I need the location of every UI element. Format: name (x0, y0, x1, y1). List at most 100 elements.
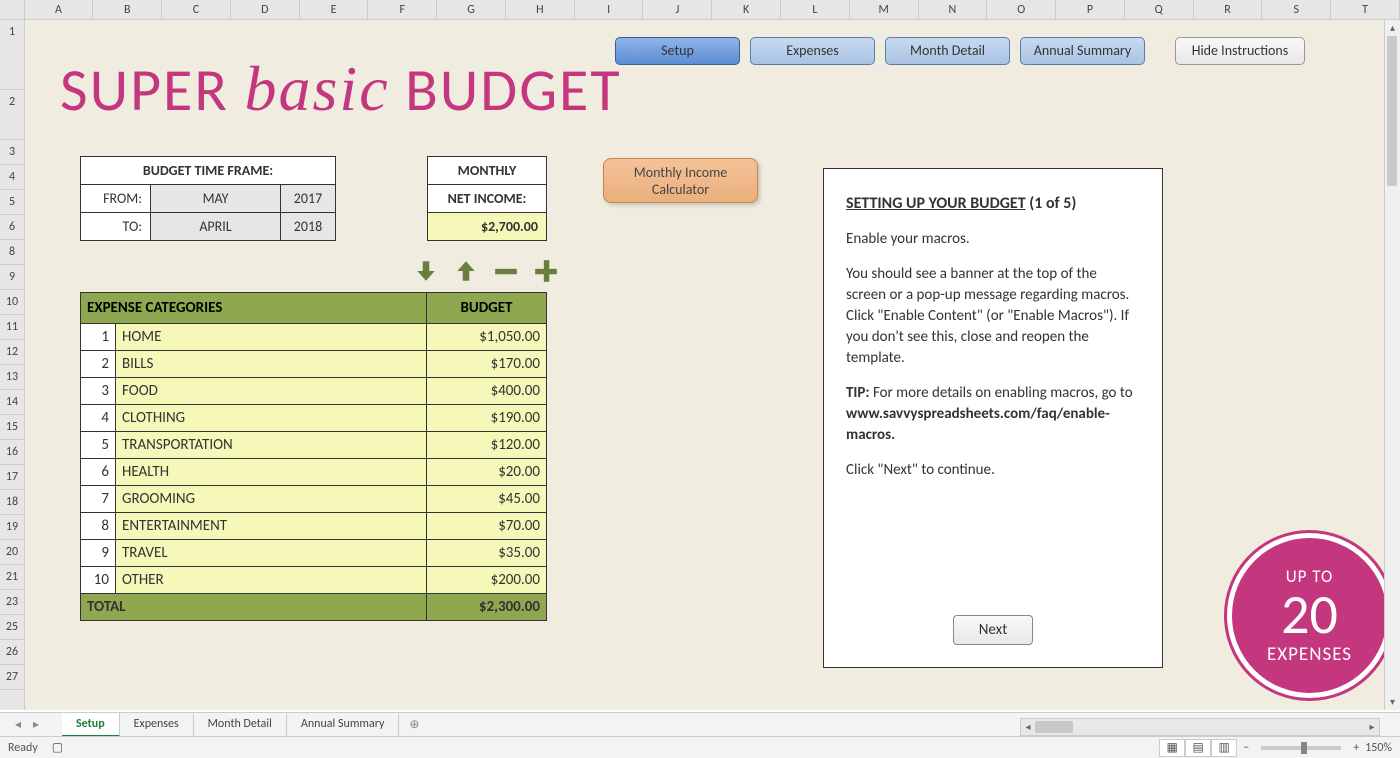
tab-month-detail[interactable]: Month Detail (194, 713, 287, 737)
row-header-6[interactable]: 6 (0, 215, 24, 240)
hscroll-right-icon[interactable]: ▸ (1365, 719, 1379, 735)
column-header-R[interactable]: R (1194, 0, 1263, 19)
column-header-J[interactable]: J (643, 0, 712, 19)
row-header-27[interactable]: 27 (0, 665, 24, 690)
row-header-16[interactable]: 16 (0, 440, 24, 465)
column-header-I[interactable]: I (575, 0, 644, 19)
column-header-B[interactable]: B (93, 0, 162, 19)
expense-amount-cell[interactable]: $35.00 (427, 540, 547, 567)
row-header-10[interactable]: 10 (0, 290, 24, 315)
monthly-income-calculator-button[interactable]: Monthly Income Calculator (603, 158, 758, 203)
arrow-up-icon[interactable] (453, 258, 479, 284)
column-header-O[interactable]: O (987, 0, 1056, 19)
expense-amount-cell[interactable]: $400.00 (427, 378, 547, 405)
minus-icon[interactable] (493, 258, 519, 284)
row-header-12[interactable]: 12 (0, 340, 24, 365)
macro-record-icon[interactable]: ▢ (52, 740, 63, 755)
expense-name-cell[interactable]: FOOD (116, 378, 427, 405)
nav-expenses-button[interactable]: Expenses (750, 37, 875, 65)
add-sheet-button[interactable]: ⊕ (399, 713, 429, 737)
row-header-17[interactable]: 17 (0, 465, 24, 490)
tab-setup[interactable]: Setup (62, 713, 120, 737)
normal-view-icon[interactable]: ▦ (1159, 739, 1185, 757)
column-header-K[interactable]: K (712, 0, 781, 19)
zoom-slider[interactable] (1261, 746, 1341, 750)
row-header-1[interactable]: 1 (0, 20, 24, 90)
from-month-cell[interactable]: MAY (151, 185, 281, 213)
hscroll-thumb[interactable] (1035, 721, 1073, 733)
tab-last-icon[interactable]: ▸ (28, 717, 44, 732)
column-header-D[interactable]: D (231, 0, 300, 19)
column-header-T[interactable]: T (1331, 0, 1400, 19)
hide-instructions-button[interactable]: Hide Instructions (1175, 37, 1305, 65)
horizontal-scrollbar[interactable]: ◂ ▸ (1020, 718, 1380, 736)
expense-name-cell[interactable]: OTHER (116, 567, 427, 594)
row-header-26[interactable]: 26 (0, 640, 24, 665)
row-header-25[interactable]: 25 (0, 615, 24, 640)
arrow-down-icon[interactable] (413, 258, 439, 284)
sheet-canvas[interactable]: SUPER basic BUDGET Setup Expenses Month … (25, 20, 1400, 710)
column-header-M[interactable]: M (850, 0, 919, 19)
expense-name-cell[interactable]: TRANSPORTATION (116, 432, 427, 459)
column-header-C[interactable]: C (162, 0, 231, 19)
row-header-4[interactable]: 4 (0, 165, 24, 190)
expense-name-cell[interactable]: HEALTH (116, 459, 427, 486)
plus-icon[interactable] (533, 258, 559, 284)
expense-amount-cell[interactable]: $70.00 (427, 513, 547, 540)
row-header-5[interactable]: 5 (0, 190, 24, 215)
tab-expenses[interactable]: Expenses (120, 713, 194, 737)
next-button[interactable]: Next (953, 615, 1033, 645)
column-header-G[interactable]: G (437, 0, 506, 19)
expense-name-cell[interactable]: CLOTHING (116, 405, 427, 432)
column-header-P[interactable]: P (1056, 0, 1125, 19)
vertical-scrollbar[interactable]: ▴ ▾ (1384, 20, 1400, 710)
vscroll-thumb[interactable] (1387, 36, 1397, 186)
zoom-slider-thumb[interactable] (1301, 742, 1307, 754)
zoom-out-icon[interactable]: − (1243, 741, 1249, 755)
scroll-up-arrow-icon[interactable]: ▴ (1385, 20, 1400, 36)
page-layout-view-icon[interactable]: ▤ (1185, 739, 1211, 757)
column-header-H[interactable]: H (506, 0, 575, 19)
expense-amount-cell[interactable]: $45.00 (427, 486, 547, 513)
expense-name-cell[interactable]: GROOMING (116, 486, 427, 513)
row-header-2[interactable]: 2 (0, 90, 24, 140)
column-header-A[interactable]: A (25, 0, 94, 19)
expense-amount-cell[interactable]: $170.00 (427, 351, 547, 378)
column-header-F[interactable]: F (368, 0, 437, 19)
column-header-Q[interactable]: Q (1125, 0, 1194, 19)
row-header-23[interactable]: 23 (0, 590, 24, 615)
netincome-value[interactable]: $2,700.00 (428, 213, 547, 241)
page-break-view-icon[interactable]: ▥ (1211, 739, 1237, 757)
row-header-15[interactable]: 15 (0, 415, 24, 440)
row-header-14[interactable]: 14 (0, 390, 24, 415)
expense-amount-cell[interactable]: $190.00 (427, 405, 547, 432)
tab-annual-summary[interactable]: Annual Summary (287, 713, 399, 737)
row-header-8[interactable]: 8 (0, 240, 24, 265)
column-header-L[interactable]: L (781, 0, 850, 19)
row-header-20[interactable]: 20 (0, 540, 24, 565)
expense-amount-cell[interactable]: $20.00 (427, 459, 547, 486)
from-year-cell[interactable]: 2017 (281, 185, 336, 213)
row-header-13[interactable]: 13 (0, 365, 24, 390)
expense-amount-cell[interactable]: $1,050.00 (427, 324, 547, 351)
row-header-9[interactable]: 9 (0, 265, 24, 290)
expense-name-cell[interactable]: TRAVEL (116, 540, 427, 567)
nav-setup-button[interactable]: Setup (615, 37, 740, 65)
column-header-E[interactable]: E (300, 0, 369, 19)
expense-amount-cell[interactable]: $120.00 (427, 432, 547, 459)
nav-month-detail-button[interactable]: Month Detail (885, 37, 1010, 65)
tab-first-icon[interactable]: ◂ (10, 717, 26, 732)
scroll-down-arrow-icon[interactable]: ▾ (1385, 694, 1400, 710)
hscroll-left-icon[interactable]: ◂ (1021, 719, 1035, 735)
row-header-18[interactable]: 18 (0, 490, 24, 515)
to-year-cell[interactable]: 2018 (281, 213, 336, 241)
row-header-11[interactable]: 11 (0, 315, 24, 340)
row-header-21[interactable]: 21 (0, 565, 24, 590)
zoom-in-icon[interactable]: + (1353, 741, 1359, 755)
column-header-N[interactable]: N (919, 0, 988, 19)
select-all-corner[interactable] (0, 0, 25, 19)
row-header-3[interactable]: 3 (0, 140, 24, 165)
row-header-19[interactable]: 19 (0, 515, 24, 540)
expense-name-cell[interactable]: BILLS (116, 351, 427, 378)
expense-name-cell[interactable]: HOME (116, 324, 427, 351)
